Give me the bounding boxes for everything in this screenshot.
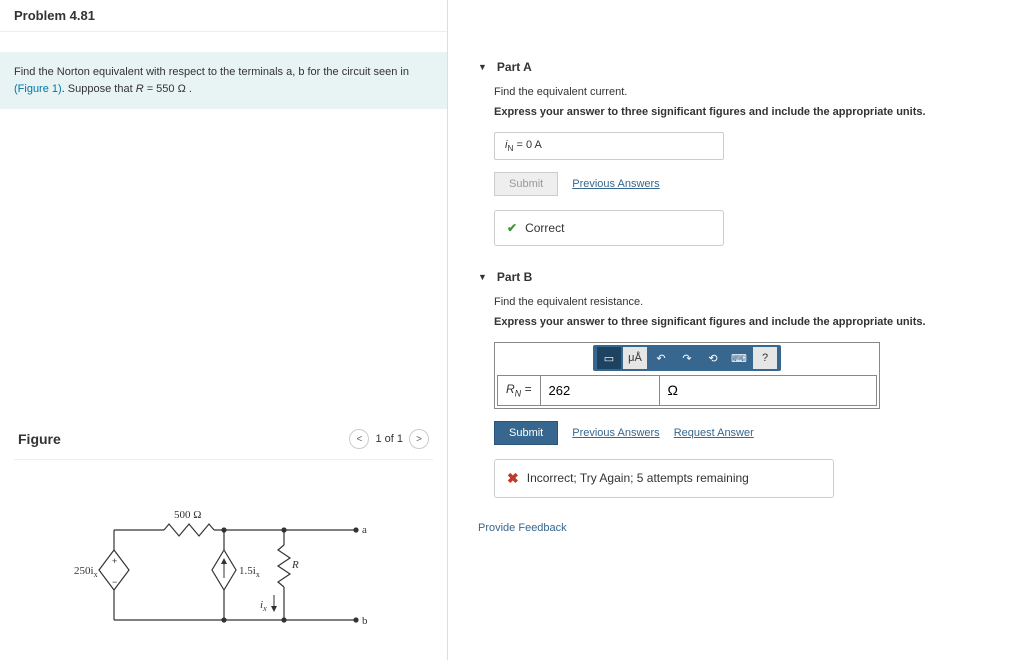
part-b-instr: Find the equivalent resistance.: [494, 296, 1004, 308]
circuit-diagram: + −: [14, 460, 433, 650]
part-a-feedback: ✔ Correct: [494, 210, 724, 246]
part-a-answer: iN = 0 A: [494, 132, 724, 160]
reset-icon[interactable]: ⟲: [701, 347, 725, 369]
part-a-header[interactable]: ▼ Part A: [478, 60, 1004, 74]
part-b-value-input[interactable]: [540, 376, 660, 404]
prompt-text: . Suppose that: [62, 83, 136, 95]
part-b-request-answer[interactable]: Request Answer: [674, 427, 754, 439]
correct-text: Correct: [525, 221, 564, 235]
undo-icon[interactable]: ↶: [649, 347, 673, 369]
part-b-var-label: RN =: [498, 376, 540, 404]
redo-icon[interactable]: ↷: [675, 347, 699, 369]
problem-title: Problem 4.81: [0, 0, 447, 31]
part-b-instr2: Express your answer to three significant…: [494, 316, 1004, 328]
keyboard-icon[interactable]: ⌨: [727, 347, 751, 369]
part-b-unit-input[interactable]: [660, 376, 810, 404]
tool-units[interactable]: μÅ: [623, 347, 647, 369]
pager-text: 1 of 1: [375, 433, 403, 445]
part-b-submit[interactable]: Submit: [494, 421, 558, 445]
label-r1: 500 Ω: [174, 509, 201, 521]
svg-text:250ix: 250ix: [74, 565, 98, 579]
incorrect-text: Incorrect; Try Again; 5 attempts remaini…: [527, 471, 749, 485]
part-a-previous-answers[interactable]: Previous Answers: [572, 178, 659, 190]
prompt-var: R: [136, 83, 144, 95]
part-a-instr2: Express your answer to three significant…: [494, 106, 1004, 118]
figure-pager: < 1 of 1 >: [349, 429, 429, 449]
part-b-title: Part B: [497, 270, 532, 284]
check-icon: ✔: [507, 221, 517, 235]
part-b: ▼ Part B Find the equivalent resistance.…: [478, 270, 1004, 497]
svg-text:+: +: [112, 556, 117, 566]
pager-prev[interactable]: <: [349, 429, 369, 449]
prompt-text: Find the Norton equivalent with respect …: [14, 66, 409, 78]
chevron-down-icon: ▼: [478, 62, 487, 72]
figure-link[interactable]: (Figure 1): [14, 83, 62, 95]
provide-feedback-link[interactable]: Provide Feedback: [478, 522, 1004, 534]
part-b-previous-answers[interactable]: Previous Answers: [572, 427, 659, 439]
part-b-input-wrap: ▭ μÅ ↶ ↷ ⟲ ⌨ ? RN =: [494, 342, 880, 408]
svg-text:ix: ix: [260, 599, 267, 613]
svg-text:1.5ix: 1.5ix: [239, 565, 260, 579]
x-icon: ✖: [507, 470, 519, 487]
help-icon[interactable]: ?: [753, 347, 777, 369]
chevron-down-icon: ▼: [478, 272, 487, 282]
svg-text:R: R: [291, 559, 299, 571]
part-a: ▼ Part A Find the equivalent current. Ex…: [478, 60, 1004, 246]
part-a-instr: Find the equivalent current.: [494, 86, 1004, 98]
figure-title: Figure: [18, 431, 61, 447]
part-a-title: Part A: [497, 60, 532, 74]
svg-text:b: b: [362, 615, 368, 627]
answer-toolbar: ▭ μÅ ↶ ↷ ⟲ ⌨ ?: [593, 345, 781, 371]
svg-text:a: a: [362, 524, 367, 536]
svg-text:−: −: [112, 577, 117, 587]
part-a-submit: Submit: [494, 172, 558, 196]
prompt-text: = 550 Ω .: [144, 83, 192, 95]
part-b-feedback: ✖ Incorrect; Try Again; 5 attempts remai…: [494, 459, 834, 498]
prompt-box: Find the Norton equivalent with respect …: [0, 52, 447, 109]
pager-next[interactable]: >: [409, 429, 429, 449]
tool-template-icon[interactable]: ▭: [597, 347, 621, 369]
part-b-header[interactable]: ▼ Part B: [478, 270, 1004, 284]
